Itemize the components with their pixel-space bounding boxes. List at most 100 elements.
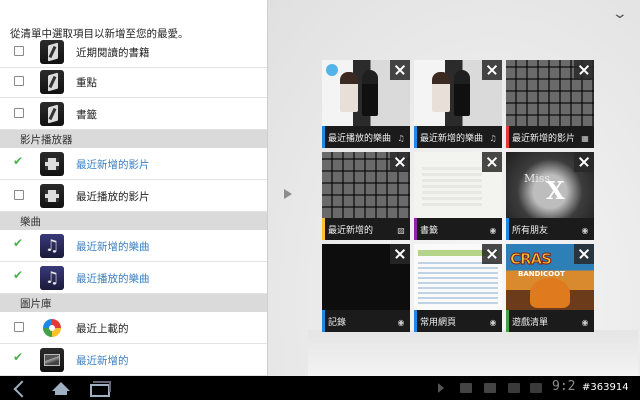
tile-game-list[interactable]: CRAS BANDICOOT 遊戲清單 ◉ [506,244,594,332]
tile-recently-played-music[interactable]: 最近播放的樂曲 ♫ [322,60,410,148]
close-icon[interactable] [390,244,410,264]
favorites-grid-panel: ⌄ 最近播放的樂曲 ♫ 最近新增的樂曲 ♫ 最近新增的影片 ▦ 最近新增的 ▨ … [268,0,640,376]
list-item-recent-books[interactable]: 近期閱讀的書籍 [0,36,267,68]
accent-stripe [506,218,509,240]
close-icon[interactable] [482,152,502,172]
list-item-recently-played-videos[interactable]: 最近播放的影片 [0,180,267,212]
gallery-icon: ▨ [397,226,405,235]
tile-recently-added-gallery[interactable]: 最近新增的 ▨ [322,152,410,240]
books-icon [40,102,64,126]
list-item-bookmarks[interactable]: 書籤 [0,98,267,130]
list-item-label: 最近播放的樂曲 [76,273,150,285]
game-character-art [530,278,570,308]
chevron-down-icon[interactable]: ⌄ [612,6,628,22]
checkbox-checked[interactable] [13,268,24,282]
list-item-recently-added-music[interactable]: ♫ 最近新增的樂曲 [0,230,267,262]
thumbnail-text-big: X [546,176,565,205]
picasa-icon [40,316,64,340]
checkbox-checked[interactable] [13,154,24,168]
close-icon[interactable] [482,244,502,264]
game-title-art: CRAS [510,250,553,269]
tile-frequent-pages[interactable]: 常用網頁 ◉ [414,244,502,332]
checkbox[interactable] [14,46,24,56]
accent-stripe [322,310,325,332]
gallery-icon [40,348,64,372]
favorites-list-panel: 從清單中選取項目以新增至您的最愛。 近期閱讀的書籍 重點 書籤 影片播放器 最近… [0,0,268,376]
section-header-gallery: 圖片庫 [0,294,267,312]
close-icon[interactable] [574,244,594,264]
close-icon[interactable] [390,60,410,80]
tile-caption: 遊戲清單 [512,318,549,328]
mail-icon[interactable] [530,383,542,393]
accent-stripe [414,218,417,240]
close-icon[interactable] [482,60,502,80]
music-icon: ♫ [397,134,405,143]
accent-stripe [322,126,325,148]
list-item-label: 書籤 [76,109,97,121]
tile-caption: 最近播放的樂曲 [328,134,392,144]
music-icon: ♫ [40,234,64,258]
close-icon[interactable] [574,60,594,80]
list-item-label: 最近新增的 [76,355,129,367]
checkbox[interactable] [14,108,24,118]
tile-all-friends[interactable]: Miss X 所有朋友 ◉ [506,152,594,240]
tile-bookmarks[interactable]: 書籤 ◉ [414,152,502,240]
list-item-label: 最近播放的影片 [76,191,150,203]
video-icon [40,184,64,208]
accent-stripe [322,218,325,240]
video-icon [40,152,64,176]
close-icon[interactable] [390,152,410,172]
section-label: 樂曲 [20,216,41,228]
list-item-recently-added-videos[interactable]: 最近新增的影片 [0,148,267,180]
list-item-recently-uploaded[interactable]: 最近上載的 [0,312,267,344]
notification-icon[interactable] [438,383,444,393]
music-icon: ♫ [40,266,64,290]
back-icon[interactable] [12,380,34,396]
music-icon: ♫ [489,134,497,143]
watermark: #363914 [580,382,631,393]
app-icon: ◉ [581,318,589,327]
system-bar: 9:2 #363914 [0,376,640,400]
game-subtitle-art: BANDICOOT [518,270,565,278]
accent-stripe [506,126,509,148]
tile-recently-added-videos[interactable]: 最近新增的影片 ▦ [506,60,594,148]
section-label: 圖片庫 [20,298,52,310]
app-icon: ◉ [581,226,589,235]
checkbox[interactable] [14,190,24,200]
video-icon: ▦ [581,134,589,143]
section-label: 影片播放器 [20,134,73,146]
app-icon: ◉ [489,226,497,235]
accent-stripe [506,310,509,332]
list-item-label: 最近新增的影片 [76,159,150,171]
tile-caption: 所有朋友 [512,226,549,236]
browser-icon: ◉ [489,318,497,327]
section-header-music: 樂曲 [0,212,267,230]
recent-apps-icon[interactable] [88,380,111,397]
notification-icon[interactable] [484,383,496,393]
list-item-highlights[interactable]: 重點 [0,66,267,98]
checkbox[interactable] [14,322,24,332]
tile-caption: 常用網頁 [420,318,457,328]
books-icon [40,40,64,64]
expand-arrow-icon[interactable] [284,189,292,199]
tile-recently-added-music[interactable]: 最近新增的樂曲 ♫ [414,60,502,148]
checkbox-checked[interactable] [13,236,24,250]
section-header-video: 影片播放器 [0,130,267,148]
tile-caption: 最近新增的樂曲 [420,134,484,144]
accent-stripe [414,310,417,332]
tile-history[interactable]: 記錄 ◉ [322,244,410,332]
home-icon[interactable] [50,380,72,396]
floor-reflection [308,330,638,376]
clock[interactable]: 9:2 [552,379,575,394]
checkbox-checked[interactable] [13,350,24,364]
tile-caption: 書籤 [420,226,439,236]
list-item-label: 近期閱讀的書籍 [76,47,150,59]
close-icon[interactable] [574,152,594,172]
mail-icon[interactable] [508,383,520,393]
list-item-recently-played-music[interactable]: ♫ 最近播放的樂曲 [0,262,267,294]
list-item-label: 重點 [76,77,97,89]
list-item-recently-added-gallery[interactable]: 最近新增的 [0,344,267,376]
notification-icon[interactable] [460,383,472,393]
list-item-label: 最近新增的樂曲 [76,241,150,253]
checkbox[interactable] [14,76,24,86]
